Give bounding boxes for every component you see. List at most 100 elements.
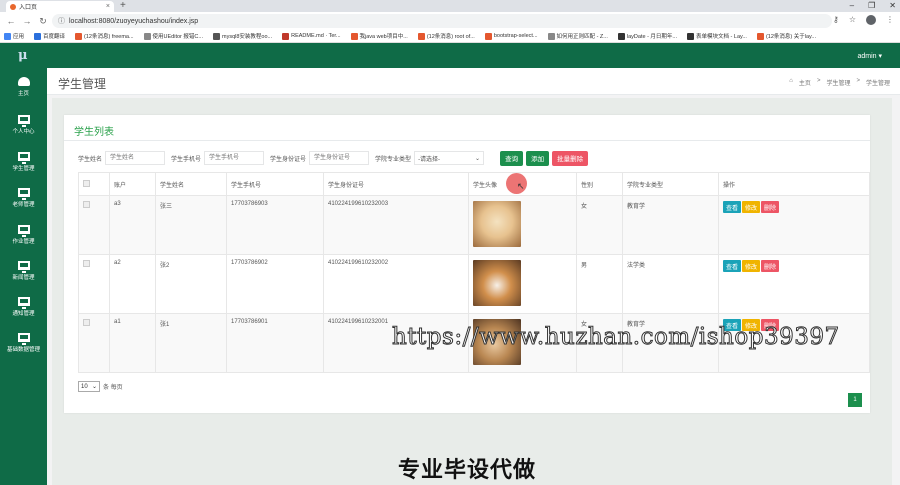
sidebar-item[interactable]: 基础数据管理 <box>0 326 47 360</box>
name-input[interactable] <box>105 151 166 165</box>
row-checkbox[interactable] <box>83 260 90 267</box>
divider <box>64 140 870 141</box>
bookmark-label: 应用 <box>13 34 25 40</box>
column-header: 学生手机号 <box>226 172 324 196</box>
bookmark-favicon-icon <box>417 32 425 40</box>
cell-phone: 17703786901 <box>226 313 324 373</box>
bookmark-label: README.md · Ter... <box>291 33 341 39</box>
window-close-icon[interactable]: ✕ <box>889 0 896 11</box>
select-cell <box>78 195 110 255</box>
browser-tab[interactable]: 入口页 × <box>6 1 114 12</box>
cell-major: 教育学 <box>622 195 719 255</box>
sidebar-item[interactable]: 老师管理 <box>0 181 47 215</box>
bookmark-item[interactable]: 表单模块文档 - Lay... <box>687 32 747 40</box>
sidebar-item[interactable]: 新闻管理 <box>0 254 47 288</box>
breadcrumb-home[interactable]: 主页 <box>799 78 811 87</box>
row-checkbox[interactable] <box>83 201 90 208</box>
bookmark-star-icon[interactable]: ☆ <box>849 15 856 25</box>
cell-account: a1 <box>109 313 156 373</box>
watermark-text: https://www.huzhan.com/ishop39397 <box>392 324 840 351</box>
bookmark-favicon-icon <box>756 32 764 40</box>
bookmark-label: (12条消息) root of... <box>426 34 475 40</box>
phone-input[interactable] <box>204 151 265 165</box>
sidebar-item-label: 作业管理 <box>12 239 35 245</box>
add-button[interactable]: 添加 <box>526 150 550 166</box>
bookmark-label: 如何用正则匹配 - Z... <box>556 34 608 40</box>
bookmark-favicon-icon <box>687 32 695 40</box>
bookmark-item[interactable]: 使用UEditor 报错C... <box>143 32 203 40</box>
cell-account: a2 <box>109 254 156 314</box>
maximize-icon[interactable]: ❐ <box>868 0 875 11</box>
idcard-input[interactable] <box>309 151 370 165</box>
select-all-checkbox[interactable] <box>83 179 90 187</box>
monitor-icon <box>17 115 30 127</box>
bookmark-item[interactable]: (12条消息) 关于lay... <box>756 32 816 40</box>
bookmark-item[interactable]: (12条消息) root of... <box>417 32 475 40</box>
browser-tab-bar: 入口页 × + – ❐ ✕ <box>0 0 900 12</box>
minimize-icon[interactable]: – <box>850 0 854 11</box>
view-button[interactable]: 查看 <box>723 260 742 272</box>
bookmark-item[interactable]: 百度翻译 <box>34 32 65 40</box>
info-icon[interactable]: ⓘ <box>58 16 65 26</box>
sidebar-item[interactable]: 通知管理 <box>0 290 47 324</box>
sidebar-item-label: 主页 <box>17 91 29 97</box>
search-button[interactable]: 查询 <box>500 150 524 166</box>
edit-button[interactable]: 修改 <box>742 260 761 272</box>
breadcrumb-module[interactable]: 学生管理 <box>826 78 850 87</box>
delete-button[interactable]: 删除 <box>761 201 780 213</box>
back-icon[interactable]: ← <box>6 16 16 26</box>
bookmark-item[interactable]: mysql8安装教程oo... <box>212 32 272 40</box>
cell-gender: 女 <box>576 195 623 255</box>
forward-icon[interactable]: → <box>22 16 32 26</box>
bookmark-label: 百度翻译 <box>43 34 66 40</box>
cell-account: a3 <box>109 195 156 255</box>
url-field[interactable]: ⓘ localhost:8080/zuoyeyuchashou/index.js… <box>52 14 832 28</box>
row-checkbox[interactable] <box>83 319 90 326</box>
content-wrapper: 学生列表 学生姓名 学生手机号 学生身份证号 学院专业类型 -请选择- ⌄ 查询… <box>52 98 892 485</box>
cell-idcard: 410224199610232003 <box>323 195 469 255</box>
sidebar-item[interactable]: 主页 <box>0 70 47 104</box>
new-tab-icon[interactable]: + <box>120 0 126 12</box>
user-menu[interactable]: admin ▾ <box>857 52 882 60</box>
batch-delete-button[interactable]: 批量删除 <box>552 150 589 166</box>
edit-button[interactable]: 修改 <box>742 201 761 213</box>
cell-phone: 17703786902 <box>226 254 324 314</box>
view-button[interactable]: 查看 <box>723 201 742 213</box>
bookmark-favicon-icon <box>617 32 625 40</box>
column-header: 学生身份证号 <box>323 172 469 196</box>
phone-label: 学生手机号 <box>171 156 202 163</box>
monitor-icon <box>17 333 30 345</box>
bookmark-label: 使用UEditor 报错C... <box>152 34 203 40</box>
bookmark-item[interactable]: 如何用正则匹配 - Z... <box>547 32 608 40</box>
app-logo: μ <box>18 48 28 63</box>
bookmark-favicon-icon <box>34 32 42 40</box>
bookmark-item[interactable]: (12条消息) freema... <box>75 32 134 40</box>
browser-menu-icon[interactable]: ⋮ <box>886 15 894 25</box>
reload-icon[interactable]: ↻ <box>38 16 48 27</box>
tab-close-icon[interactable]: × <box>106 3 110 10</box>
sidebar-item[interactable]: 学生管理 <box>0 145 47 179</box>
delete-button[interactable]: 删除 <box>761 260 780 272</box>
home-icon: ⌂ <box>789 78 793 84</box>
page-button-current[interactable]: 1 <box>848 393 862 407</box>
sidebar: 主页个人中心 学生管理 老师管理作业管理新闻管理 通知管理基础数据管理 <box>0 68 47 485</box>
profile-avatar-icon[interactable] <box>866 15 876 25</box>
bookmark-item[interactable]: 应用 <box>4 32 24 40</box>
major-select[interactable]: -请选择- ⌄ <box>414 151 485 165</box>
bookmark-item[interactable]: README.md · Ter... <box>282 32 341 40</box>
sidebar-item-label: 基础数据管理 <box>6 347 40 353</box>
tab-title: 入口页 <box>19 5 38 11</box>
bookmark-item[interactable]: layDate - 月日期年... <box>617 32 677 40</box>
mouse-cursor-icon: ↖ <box>517 181 525 191</box>
sidebar-item[interactable]: 个人中心 <box>0 108 47 142</box>
bookmark-favicon-icon <box>484 32 492 40</box>
page-size-select[interactable]: 10 ⌄ <box>78 381 100 392</box>
sidebar-item[interactable]: 作业管理 <box>0 218 47 252</box>
column-header: 性别 <box>576 172 623 196</box>
major-select-value: -请选择- <box>418 156 441 163</box>
key-icon[interactable]: ⚷ <box>833 15 839 25</box>
bookmark-item[interactable]: bootstrap-select... <box>484 32 538 40</box>
bookmark-favicon-icon <box>4 32 11 40</box>
chevron-down-icon: ⌄ <box>91 384 97 390</box>
bookmark-item[interactable]: 我java web项目中... <box>350 32 408 40</box>
